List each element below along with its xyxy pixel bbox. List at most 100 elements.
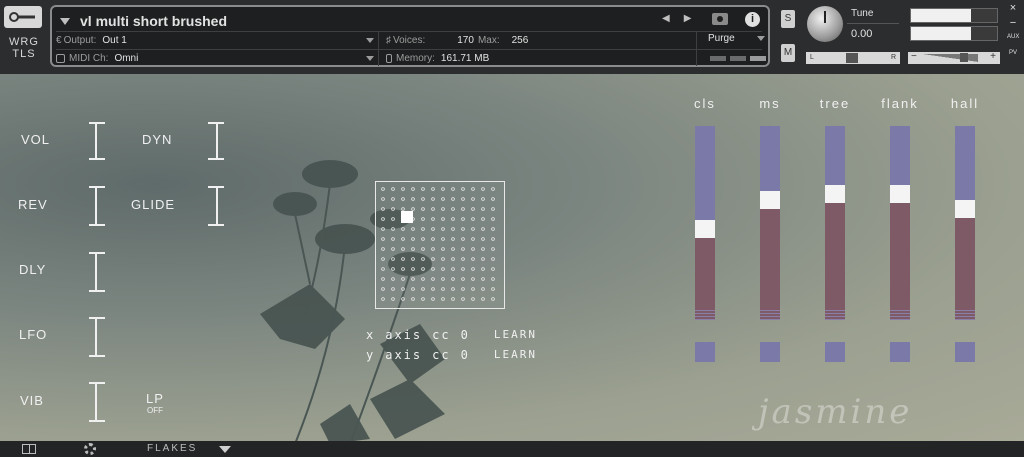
purge-dropdown-icon[interactable] (756, 36, 765, 41)
mic-fader-hall[interactable] (955, 126, 975, 320)
wrench-button[interactable] (4, 6, 42, 28)
xy-pad[interactable] (375, 181, 505, 309)
xy-grid-dot (471, 197, 475, 201)
book-icon[interactable] (22, 444, 36, 454)
xy-grid-dot (491, 207, 495, 211)
mic-fader-handle[interactable] (825, 184, 845, 203)
y-axis-learn-button[interactable]: LEARN (494, 348, 537, 362)
dly-label: DLY (19, 262, 47, 277)
xy-grid-dot (441, 197, 445, 201)
volume-minus[interactable]: − (911, 51, 917, 62)
xy-grid-dot (381, 287, 385, 291)
mic-toggle-ms[interactable] (760, 342, 780, 362)
info-icon[interactable]: i (745, 12, 760, 27)
pv-button[interactable]: PV (1007, 50, 1019, 56)
xy-grid-dot (461, 277, 465, 281)
xy-grid-dot (401, 227, 405, 231)
output-row[interactable]: € Output: Out 1 (56, 32, 374, 49)
mic-fader-ms[interactable] (760, 126, 780, 321)
pan-left-label: L (810, 54, 814, 61)
volume-plus[interactable]: + (990, 51, 996, 62)
xy-grid-dot (431, 197, 435, 201)
xy-grid-dot (451, 267, 455, 271)
mic-fader-handle[interactable] (760, 190, 780, 209)
mic-fader-handle[interactable] (695, 219, 715, 238)
lp-toggle[interactable]: LP OFF (142, 391, 168, 415)
mic-toggle-cls[interactable] (695, 342, 715, 362)
solo-button[interactable]: S (781, 10, 795, 28)
max-value[interactable]: 256 (512, 35, 529, 46)
xy-grid-dot (391, 277, 395, 281)
xy-grid-dot (421, 237, 425, 241)
glide-control[interactable] (204, 186, 218, 226)
pan-slider[interactable]: L R (806, 52, 900, 64)
x-axis-cc: cc (432, 328, 451, 342)
midi-row[interactable]: MIDI Ch: Omni (56, 50, 374, 67)
mute-button[interactable]: M (781, 44, 795, 62)
xy-grid-dot (451, 297, 455, 301)
prev-arrow-icon[interactable]: ◀ (662, 13, 670, 24)
xy-grid-dot (391, 187, 395, 191)
rev-control[interactable] (89, 186, 109, 226)
xy-grid-dot (391, 257, 395, 261)
mic-level-fill (825, 193, 845, 321)
x-axis-learn-button[interactable]: LEARN (494, 328, 537, 342)
instrument-name[interactable]: vl multi short brushed (80, 13, 227, 29)
volume-slider[interactable]: − + (908, 51, 1000, 64)
xy-handle[interactable] (400, 211, 413, 224)
xy-grid-dot (451, 277, 455, 281)
next-arrow-icon[interactable]: ▶ (684, 13, 692, 24)
dyn-control[interactable] (204, 122, 218, 160)
close-button[interactable]: × (1007, 2, 1019, 14)
mic-label-tree: tree (819, 96, 851, 111)
output-value: Out 1 (102, 35, 127, 46)
minimize-button[interactable]: − (1007, 17, 1019, 29)
y-axis-cc-value[interactable]: 0 (461, 348, 470, 362)
xy-grid-dot (461, 197, 465, 201)
camera-icon[interactable] (712, 13, 728, 25)
xy-grid-dot (481, 197, 485, 201)
xy-grid-dot (471, 187, 475, 191)
mic-fader-tree[interactable] (825, 126, 845, 321)
pan-handle[interactable] (846, 53, 858, 63)
xy-grid-dot (401, 247, 405, 251)
instrument-nav: ◀ ▶ (662, 13, 691, 24)
vol-control[interactable] (89, 122, 109, 160)
memory-label: Memory: (396, 53, 435, 64)
xy-grid-dot (441, 297, 445, 301)
xy-grid-dot (461, 297, 465, 301)
xy-grid-dot (481, 297, 485, 301)
preset-name[interactable]: FLAKES (147, 443, 197, 454)
xy-grid-dot (431, 247, 435, 251)
aux-button[interactable]: AUX (1007, 34, 1019, 40)
instrument-menu-icon[interactable] (60, 17, 70, 25)
mic-toggle-tree[interactable] (825, 342, 845, 362)
mic-toggle-hall[interactable] (955, 342, 975, 362)
xy-grid-dot (391, 227, 395, 231)
midi-dropdown-icon[interactable] (366, 56, 374, 61)
mic-fader-cls[interactable] (695, 126, 715, 321)
output-dropdown-icon[interactable] (366, 38, 374, 43)
xy-grid-dot (471, 237, 475, 241)
midi-value: Omni (114, 53, 139, 64)
xy-grid-dot (461, 217, 465, 221)
preset-dropdown-icon[interactable] (219, 446, 231, 453)
volume-handle[interactable] (960, 53, 968, 62)
xy-grid-dot (471, 267, 475, 271)
mic-toggle-flank[interactable] (890, 342, 910, 362)
x-axis-cc-value[interactable]: 0 (461, 328, 470, 342)
xy-grid-dot (381, 207, 385, 211)
y-axis-name: y (366, 348, 376, 362)
vib-control[interactable] (89, 382, 109, 422)
dly-control[interactable] (89, 252, 109, 292)
purge-button[interactable]: Purge (708, 33, 765, 44)
logo-line-2: TLS (12, 48, 36, 60)
tune-value[interactable]: 0.00 (847, 24, 899, 42)
mic-fader-flank[interactable] (890, 126, 910, 321)
lfo-control[interactable] (89, 317, 109, 357)
tune-knob[interactable] (807, 6, 843, 42)
mic-fader-handle[interactable] (890, 184, 910, 203)
mic-fader-handle[interactable] (955, 200, 975, 219)
xy-grid-dot (441, 207, 445, 211)
gear-icon[interactable] (84, 443, 96, 455)
